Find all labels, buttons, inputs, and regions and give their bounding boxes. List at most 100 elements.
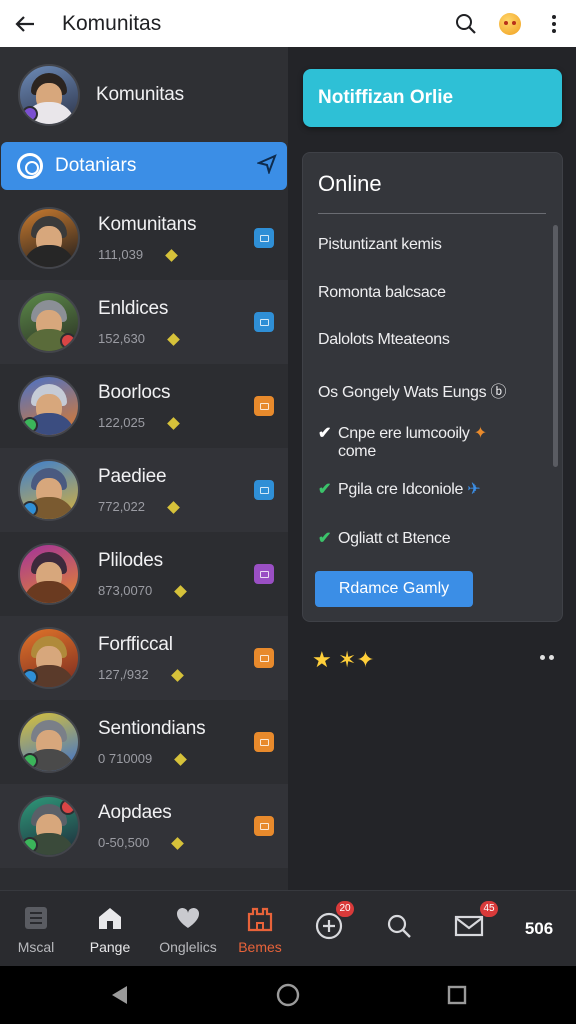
item-count: 152,630 bbox=[98, 331, 145, 346]
diamond-icon bbox=[167, 333, 180, 346]
item-count: 127,/932 bbox=[98, 667, 149, 682]
item-name: Forfficcal bbox=[98, 634, 173, 655]
tag-icon[interactable] bbox=[254, 312, 274, 332]
tag-icon[interactable] bbox=[254, 396, 274, 416]
item-name: Enldices bbox=[98, 298, 169, 319]
list-item[interactable]: Aopdaes 0-50,500 bbox=[0, 784, 288, 868]
diamond-icon bbox=[170, 669, 184, 682]
stars-icon: ★ ✶✦ bbox=[312, 647, 375, 672]
diamond-icon bbox=[167, 417, 180, 430]
home-icon bbox=[96, 903, 124, 933]
nav-item-bemes[interactable]: Bemes bbox=[232, 891, 288, 967]
diamond-icon bbox=[174, 585, 188, 598]
avatar bbox=[18, 459, 80, 521]
tag-icon[interactable] bbox=[254, 648, 274, 668]
nav-item-pange[interactable]: Pange bbox=[82, 891, 138, 967]
right-panel: Notiffizan Orlie Online Pistuntizant kem… bbox=[288, 47, 576, 890]
notification-button[interactable]: Notiffizan Orlie bbox=[303, 69, 562, 127]
community-list: Komunitas Dotaniars Komunitans 111,039 En… bbox=[0, 47, 288, 890]
avatar bbox=[18, 291, 80, 353]
emoji-button[interactable] bbox=[488, 0, 532, 47]
back-button[interactable] bbox=[0, 0, 50, 47]
online-item[interactable]: ✔ Ogliatt ct Btence bbox=[318, 528, 451, 548]
system-recents-button[interactable] bbox=[442, 980, 472, 1010]
item-count: 122,025 bbox=[98, 415, 145, 430]
item-name: Paediee bbox=[98, 466, 167, 487]
list-item[interactable]: Boorlocs 122,025 bbox=[0, 364, 288, 448]
selected-community-item[interactable]: Dotaniars bbox=[1, 142, 287, 190]
community-header[interactable]: Komunitas bbox=[0, 47, 288, 143]
scrollbar[interactable] bbox=[553, 225, 558, 467]
community-header-name: Komunitas bbox=[96, 84, 184, 105]
nav-item-onglelics[interactable]: Onglelics bbox=[156, 891, 220, 967]
online-item[interactable]: Dalolots Mteateons bbox=[318, 331, 450, 349]
list-item[interactable]: Forfficcal 127,/932 bbox=[0, 616, 288, 700]
more-vert-icon bbox=[552, 14, 556, 33]
arrow-left-icon bbox=[15, 15, 34, 32]
list-item[interactable]: Plilodes 873,0070 bbox=[0, 532, 288, 616]
circle-home-icon bbox=[276, 983, 300, 1007]
selected-item-label: Dotaniars bbox=[55, 155, 137, 176]
online-item[interactable]: Pistuntizant kemis bbox=[318, 236, 442, 254]
system-nav-bar bbox=[0, 966, 576, 1024]
tag-icon[interactable] bbox=[254, 816, 274, 836]
tag-icon[interactable] bbox=[254, 564, 274, 584]
item-name: Aopdaes bbox=[98, 802, 172, 823]
mail-icon bbox=[454, 911, 484, 941]
avatar bbox=[18, 543, 80, 605]
flame-icon: ✦ bbox=[473, 425, 487, 442]
list-item[interactable]: Sentiondians 0 710009 bbox=[0, 700, 288, 784]
nav-item-count[interactable]: 506 bbox=[514, 891, 564, 967]
chat-icon bbox=[17, 153, 43, 179]
action-button[interactable]: Rdamce Gamly bbox=[315, 571, 473, 607]
list-item[interactable]: Paediee 772,022 bbox=[0, 448, 288, 532]
online-item[interactable]: Romonta balcsace bbox=[318, 284, 446, 302]
nav-item-mscal[interactable]: Mscal bbox=[8, 891, 64, 967]
heart-icon bbox=[175, 903, 201, 933]
more-horiz-icon[interactable] bbox=[540, 655, 554, 660]
check-icon: ✔ bbox=[318, 481, 332, 498]
send-icon[interactable] bbox=[247, 153, 287, 179]
avatar bbox=[18, 795, 80, 857]
page-title: Komunitas bbox=[62, 11, 162, 35]
diamond-icon bbox=[165, 249, 178, 262]
item-name: Plilodes bbox=[98, 550, 163, 571]
list-item[interactable]: Komunitans 111,039 bbox=[0, 196, 288, 280]
system-home-button[interactable] bbox=[273, 980, 303, 1010]
bottom-nav: Mscal Pange Onglelics Bemes 20 45 506 bbox=[0, 890, 576, 966]
list-item[interactable]: Enldices 152,630 bbox=[0, 280, 288, 364]
search-button[interactable] bbox=[444, 0, 488, 47]
more-menu-button[interactable] bbox=[532, 0, 576, 47]
square-recents-icon bbox=[447, 985, 467, 1005]
notification-badge: 45 bbox=[480, 901, 498, 917]
check-icon: ✔ bbox=[318, 425, 332, 442]
diamond-icon bbox=[174, 753, 188, 766]
emoji-face-icon bbox=[499, 12, 521, 35]
item-count: 873,0070 bbox=[98, 583, 153, 598]
item-count: 0-50,500 bbox=[98, 835, 150, 850]
diamond-icon bbox=[167, 501, 180, 514]
castle-icon bbox=[246, 903, 274, 933]
item-count: 772,022 bbox=[98, 499, 145, 514]
item-name: Sentiondians bbox=[98, 718, 206, 739]
online-item[interactable]: ✔ Pgila cre Idconiole ✈ bbox=[318, 479, 481, 499]
online-item[interactable]: Os Gongely Wats Eungs ⓑ bbox=[318, 378, 506, 402]
system-back-button[interactable] bbox=[104, 980, 134, 1010]
search-icon bbox=[385, 911, 413, 941]
item-count: 111,039 bbox=[98, 247, 144, 262]
tag-icon[interactable] bbox=[254, 228, 274, 248]
tag-icon[interactable] bbox=[254, 480, 274, 500]
tag-icon[interactable] bbox=[254, 732, 274, 752]
list-icon bbox=[23, 903, 49, 933]
item-name: Boorlocs bbox=[98, 382, 171, 403]
avatar bbox=[18, 375, 80, 437]
avatar bbox=[18, 207, 80, 269]
nav-item-search[interactable] bbox=[376, 891, 422, 967]
app-bar: Komunitas bbox=[0, 0, 576, 47]
notification-badge: 20 bbox=[336, 901, 354, 917]
item-name: Komunitans bbox=[98, 214, 197, 235]
item-count: 0 710009 bbox=[98, 751, 153, 766]
online-item[interactable]: ✔ Cnpe ere lumcooily ✦ come bbox=[318, 423, 487, 461]
search-icon bbox=[456, 13, 476, 34]
online-panel: Online Pistuntizant kemis Romonta balcsa… bbox=[302, 152, 563, 622]
